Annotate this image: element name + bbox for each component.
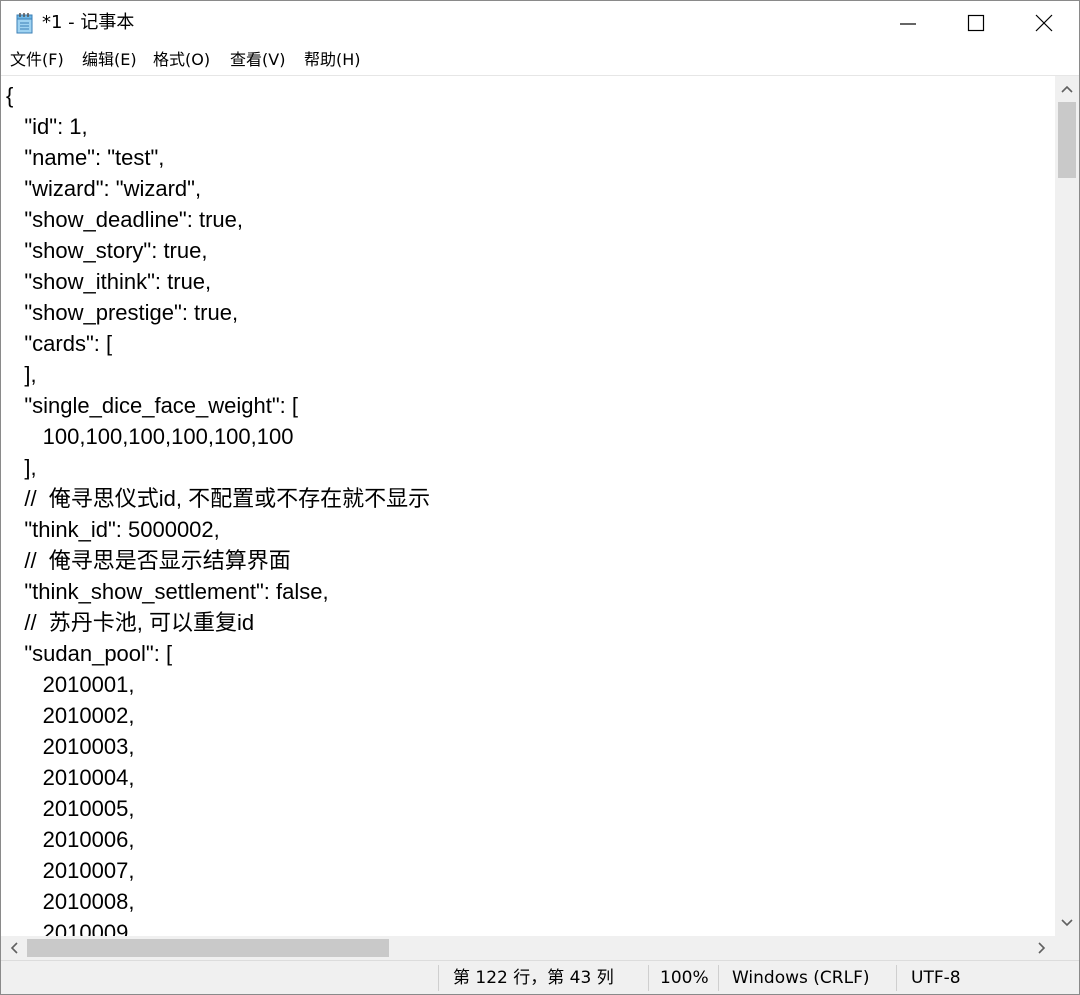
menu-bar: 文件(F) 编辑(E) 格式(O) 查看(V) 帮助(H) [1, 45, 1079, 76]
editor-line: "name": "test", [6, 145, 165, 170]
editor-line: // 俺寻思仪式id, 不配置或不存在就不显示 [6, 486, 431, 511]
arrow-right-icon [1038, 942, 1046, 954]
menu-format[interactable]: 格式(O) [153, 48, 210, 72]
zoom-level: 100% [660, 968, 709, 988]
horizontal-scroll-thumb[interactable] [27, 939, 389, 957]
menu-view[interactable]: 查看(V) [230, 48, 285, 72]
editor-line: 2010005, [6, 796, 135, 821]
line-ending: Windows (CRLF) [732, 968, 870, 988]
vertical-scroll-thumb[interactable] [1058, 102, 1076, 178]
editor-line: 2010007, [6, 858, 135, 883]
vertical-scrollbar[interactable] [1055, 76, 1079, 936]
close-icon [1035, 14, 1053, 32]
maximize-button[interactable] [941, 1, 1011, 45]
editor-line: "think_show_settlement": false, [6, 579, 329, 604]
editor-line: "show_story": true, [6, 238, 208, 263]
arrow-down-icon [1061, 919, 1073, 927]
editor-line: "think_id": 5000002, [6, 517, 220, 542]
cursor-position: 第 122 行，第 43 列 [453, 968, 614, 988]
menu-file[interactable]: 文件(F) [10, 48, 64, 72]
editor-line: // 俺寻思是否显示结算界面 [6, 548, 291, 573]
editor-line: 2010006, [6, 827, 135, 852]
encoding: UTF-8 [911, 968, 961, 988]
editor-line: "show_prestige": true, [6, 300, 239, 325]
editor-line: 2010008, [6, 889, 135, 914]
editor-line: "cards": [ [6, 331, 113, 356]
editor-line: "single_dice_face_weight": [ [6, 393, 299, 418]
close-button[interactable] [1009, 1, 1079, 45]
editor-line: { [6, 83, 14, 108]
minimize-icon [900, 23, 916, 25]
editor-line: 2010009, [6, 920, 135, 936]
editor-line: 2010002, [6, 703, 135, 728]
editor-line: ], [6, 362, 37, 387]
editor-line: // 苏丹卡池, 可以重复id [6, 610, 255, 635]
editor-line: "show_ithink": true, [6, 269, 212, 294]
scroll-down-button[interactable] [1055, 910, 1079, 934]
editor-line: 2010001, [6, 672, 135, 697]
editor-line: "wizard": "wizard", [6, 176, 202, 201]
editor-line: "sudan_pool": [ [6, 641, 173, 666]
editor-line: 100,100,100,100,100,100 [6, 424, 294, 449]
notepad-window: *1 - 记事本 文件(F) 编辑(E) 格式(O) 查看(V) 帮助(H) {… [0, 0, 1080, 995]
editor-line: 2010004, [6, 765, 135, 790]
title-bar[interactable]: *1 - 记事本 [1, 1, 1079, 45]
notepad-icon [15, 12, 35, 34]
scroll-right-button[interactable] [1029, 936, 1053, 960]
status-separator [896, 965, 897, 991]
maximize-icon [967, 14, 985, 32]
editor-content: { "id": 1, "name": "test", "wizard": "wi… [6, 80, 430, 936]
scroll-left-button[interactable] [3, 936, 27, 960]
scroll-up-button[interactable] [1055, 78, 1079, 102]
window-title: *1 - 记事本 [42, 12, 135, 33]
horizontal-scrollbar[interactable] [1, 936, 1055, 960]
editor-line: "id": 1, [6, 114, 88, 139]
status-separator [648, 965, 649, 991]
text-editor[interactable]: { "id": 1, "name": "test", "wizard": "wi… [1, 76, 1055, 936]
menu-help[interactable]: 帮助(H) [304, 48, 361, 72]
status-separator [438, 965, 439, 991]
status-separator [718, 965, 719, 991]
editor-line: 2010003, [6, 734, 135, 759]
scrollbar-corner [1055, 936, 1079, 960]
minimize-button[interactable] [873, 1, 943, 45]
arrow-up-icon [1061, 85, 1073, 93]
status-bar: 第 122 行，第 43 列 100% Windows (CRLF) UTF-8 [1, 960, 1079, 994]
menu-edit[interactable]: 编辑(E) [82, 48, 137, 72]
editor-line: ], [6, 455, 37, 480]
editor-line: "show_deadline": true, [6, 207, 243, 232]
arrow-left-icon [10, 942, 18, 954]
